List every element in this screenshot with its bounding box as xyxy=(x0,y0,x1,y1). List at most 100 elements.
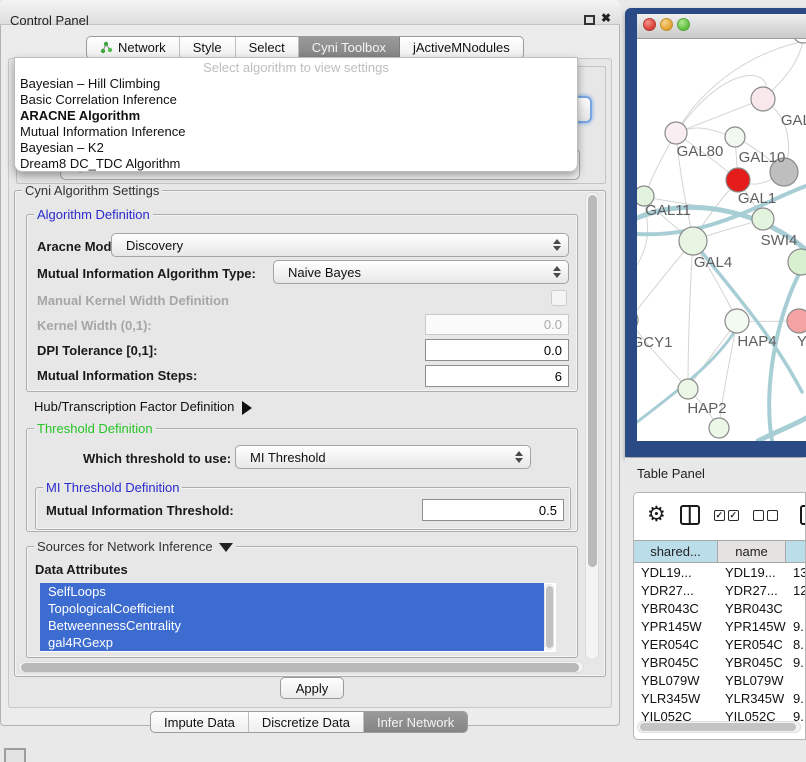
node-gal4[interactable] xyxy=(679,227,707,255)
table-cell: YDR27... xyxy=(718,581,786,599)
node[interactable] xyxy=(793,39,806,43)
algorithm-option[interactable]: Mutual Information Inference xyxy=(15,124,577,140)
node-label: HAP4 xyxy=(737,333,776,350)
node-table: shared...name YDL19...YDL19...13YDR27...… xyxy=(634,540,806,725)
kernel-width-field[interactable]: 0.0 xyxy=(425,314,569,335)
algorithm-definition-title: Algorithm Definition xyxy=(34,207,153,222)
node-y[interactable] xyxy=(787,309,806,333)
mi-steps-field[interactable]: 6 xyxy=(425,365,569,387)
node-hap2[interactable] xyxy=(678,379,698,399)
table-cell: YDR27... xyxy=(634,581,718,599)
which-threshold-select[interactable]: MI Threshold xyxy=(235,445,531,469)
node-gal7[interactable] xyxy=(751,87,775,111)
network-canvas[interactable]: GAL7GAL80GAL10GAL1GAL11GAL4SWI4GCY1HAP4Y… xyxy=(637,39,806,441)
attributes-scrollbar-thumb[interactable] xyxy=(546,586,553,648)
data-attributes-list[interactable]: SelfLoopsTopologicalCoefficientBetweenne… xyxy=(40,583,556,652)
aracne-mode-value: Discovery xyxy=(126,238,183,253)
node[interactable] xyxy=(709,418,729,438)
unchecked-boxes-icon[interactable] xyxy=(753,510,778,521)
tab-network[interactable]: Network xyxy=(87,37,180,58)
spinner-icon xyxy=(553,239,561,251)
tab-infer-network[interactable]: Infer Network xyxy=(364,712,467,732)
table-row[interactable]: YPR145WYPR145W9. xyxy=(634,617,806,635)
node-gal1[interactable] xyxy=(752,208,774,230)
tab-style[interactable]: Style xyxy=(180,37,236,58)
attribute-item[interactable]: TopologicalCoefficient xyxy=(40,600,544,617)
clipped-toolbar-icon[interactable] xyxy=(800,505,806,525)
table-row[interactable]: YDL19...YDL19...13 xyxy=(634,563,806,581)
table-cell xyxy=(786,599,806,617)
attributes-scrollbar[interactable] xyxy=(544,584,554,650)
column-header[interactable] xyxy=(786,541,806,562)
algorithm-option[interactable]: Basic Correlation Inference xyxy=(15,92,577,108)
tab-discretize-data[interactable]: Discretize Data xyxy=(249,712,364,732)
float-panel-icon[interactable] xyxy=(584,15,595,25)
table-horizontal-scrollbar[interactable] xyxy=(637,721,801,733)
tab-select[interactable]: Select xyxy=(236,37,299,58)
node-gal80[interactable] xyxy=(665,122,687,144)
algorithm-option[interactable]: Bayesian – Hill Climbing xyxy=(15,76,577,92)
manual-kernel-checkbox[interactable] xyxy=(551,290,567,306)
algorithm-option[interactable]: Bayesian – K2 xyxy=(15,140,577,156)
split-view-icon[interactable] xyxy=(680,505,700,525)
node-gcy1[interactable] xyxy=(637,309,638,331)
algorithm-option[interactable]: ARACNE Algorithm xyxy=(15,108,577,124)
tab-label: Style xyxy=(193,40,222,55)
mi-type-select[interactable]: Naive Bayes xyxy=(273,260,569,284)
node-label: Y xyxy=(797,333,806,350)
maximize-window-icon[interactable] xyxy=(677,18,690,31)
close-window-icon[interactable] xyxy=(643,18,656,31)
table-cell: YER054C xyxy=(718,635,786,653)
table-horizontal-scrollbar-thumb[interactable] xyxy=(640,723,796,731)
node[interactable] xyxy=(726,168,750,192)
mi-threshold-title: MI Threshold Definition xyxy=(43,480,182,495)
tab-impute-data[interactable]: Impute Data xyxy=(151,712,249,732)
attribute-item[interactable]: BetweennessCentrality xyxy=(40,617,544,634)
tab-cyni-toolbox[interactable]: Cyni Toolbox xyxy=(299,37,400,58)
tab-label: Cyni Toolbox xyxy=(312,40,386,55)
settings-horizontal-scrollbar-thumb[interactable] xyxy=(21,663,579,672)
node-swi4[interactable] xyxy=(788,249,806,275)
node-hap4[interactable] xyxy=(725,309,749,333)
algorithm-option[interactable]: Dream8 DC_TDC Algorithm xyxy=(15,156,577,172)
hub-definition-toggle[interactable]: Hub/Transcription Factor Definition xyxy=(34,399,252,415)
column-header[interactable]: shared... xyxy=(634,541,718,562)
table-cell: 9. xyxy=(786,689,806,707)
table-row[interactable]: YBR043CYBR043C xyxy=(634,599,806,617)
table-cell: 12 xyxy=(786,581,806,599)
node-label: GCY1 xyxy=(637,334,672,351)
gear-icon[interactable]: ⚙ xyxy=(647,505,666,525)
settings-horizontal-scrollbar[interactable] xyxy=(18,661,584,673)
mi-threshold-field[interactable]: 0.5 xyxy=(422,499,564,521)
node-gal10[interactable] xyxy=(725,127,745,147)
checked-boxes-icon[interactable]: ✓ ✓ xyxy=(714,510,739,521)
minimized-panel-icon[interactable] xyxy=(4,748,26,762)
dpi-tolerance-label: DPI Tolerance [0,1]: xyxy=(37,343,157,358)
apply-button[interactable]: Apply xyxy=(280,677,344,699)
settings-vertical-scrollbar[interactable] xyxy=(585,192,599,660)
column-header[interactable]: name xyxy=(718,541,786,562)
table-row[interactable]: YBL079WYBL079W xyxy=(634,671,806,689)
attribute-item[interactable]: SelfLoops xyxy=(40,583,544,600)
threshold-definition-title: Threshold Definition xyxy=(34,421,156,436)
algorithm-placeholder: Select algorithm to view settings xyxy=(15,59,577,76)
table-row[interactable]: YER054CYER054C8. xyxy=(634,635,806,653)
cyni-settings-title: Cyni Algorithm Settings xyxy=(22,183,162,198)
minimize-window-icon[interactable] xyxy=(660,18,673,31)
aracne-mode-select[interactable]: Discovery xyxy=(111,233,569,257)
which-threshold-label: Which threshold to use: xyxy=(83,451,231,466)
table-row[interactable]: YDR27...YDR27...12 xyxy=(634,581,806,599)
manual-kernel-label: Manual Kernel Width Definition xyxy=(37,293,229,308)
table-row[interactable]: YBR045CYBR045C9. xyxy=(634,653,806,671)
spinner-icon xyxy=(515,451,523,463)
network-graph: GAL7GAL80GAL10GAL1GAL11GAL4SWI4GCY1HAP4Y… xyxy=(637,39,806,441)
settings-vertical-scrollbar-thumb[interactable] xyxy=(588,195,597,567)
table-row[interactable]: YLR345WYLR345W9. xyxy=(634,689,806,707)
close-icon[interactable]: ✖ xyxy=(601,11,611,25)
tab-jactivemnodules[interactable]: jActiveMNodules xyxy=(400,37,523,58)
spinner-icon xyxy=(553,266,561,278)
node-label: GAL10 xyxy=(739,149,786,166)
sources-title[interactable]: Sources for Network Inference xyxy=(34,539,236,554)
dpi-tolerance-field[interactable]: 0.0 xyxy=(425,339,569,361)
attribute-item[interactable]: gal4RGexp xyxy=(40,634,544,651)
